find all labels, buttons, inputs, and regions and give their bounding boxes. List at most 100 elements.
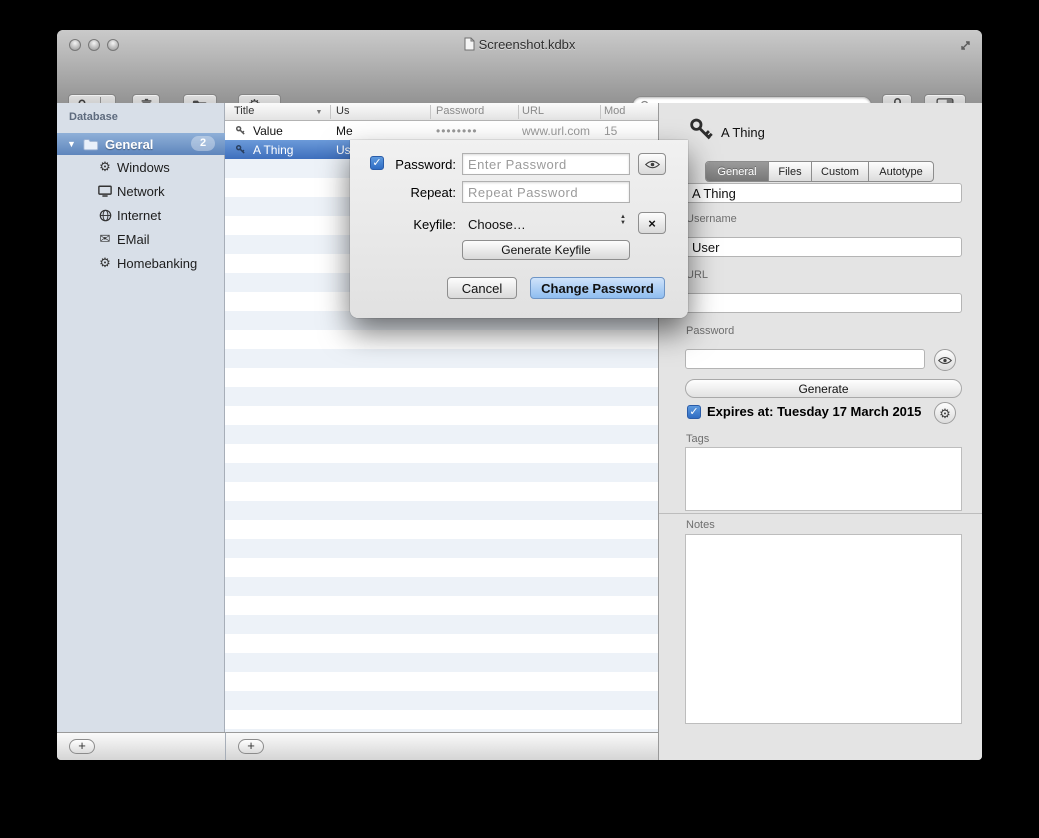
column-title-text: Title — [234, 105, 254, 117]
sidebar-item-email[interactable]: ✉ EMail — [57, 227, 225, 251]
entry-key-icon — [687, 115, 715, 145]
sidebar-item-label: Windows — [117, 160, 170, 175]
notes-label: Notes — [686, 519, 715, 531]
column-header-modified[interactable]: Mod — [604, 105, 625, 117]
entry-password: •••••••• — [436, 124, 478, 138]
group-sidebar: Database ▼ General 2 ⚙ Windows Network — [57, 103, 225, 732]
entry-list-header: Title ▼ Us Password URL Mod — [225, 103, 658, 121]
app-window: Screenshot.kdbx ▼ Add Entry D — [57, 30, 982, 760]
dialog-repeat-input[interactable] — [462, 181, 630, 203]
sidebar-item-internet[interactable]: Internet — [57, 203, 225, 227]
key-icon — [235, 125, 246, 136]
password-label: Password — [686, 325, 734, 337]
column-header-username[interactable]: Us — [336, 105, 349, 117]
toolbar: ▼ Add Entry Delete Add Group ⚙ ▼ — [57, 60, 982, 103]
expiry-settings-button[interactable]: ⚙ — [934, 402, 956, 424]
checkmark-icon: ✓ — [372, 157, 381, 169]
generate-password-button[interactable]: Generate — [685, 379, 962, 398]
gear-icon: ⚙ — [97, 255, 113, 271]
column-divider[interactable] — [600, 105, 601, 119]
tab-general[interactable]: General — [706, 162, 769, 181]
key-icon — [235, 144, 246, 155]
reveal-password-button[interactable] — [934, 349, 956, 371]
sidebar-item-label: Internet — [117, 208, 161, 223]
title-field[interactable] — [685, 183, 962, 203]
username-label: Username — [686, 213, 737, 225]
expires-checkbox[interactable]: ✓ — [687, 405, 701, 419]
column-divider[interactable] — [518, 105, 519, 119]
column-header-password[interactable]: Password — [436, 105, 484, 117]
password-field[interactable] — [685, 349, 925, 369]
change-password-button[interactable]: Change Password — [530, 277, 665, 299]
column-divider[interactable] — [330, 105, 331, 119]
window-chrome: Screenshot.kdbx ▼ Add Entry D — [57, 30, 982, 104]
fullscreen-icon[interactable] — [959, 39, 972, 52]
checkmark-icon: ✓ — [689, 406, 698, 418]
entry-count-badge: 2 — [191, 136, 215, 151]
entry-title: A Thing — [253, 143, 293, 157]
clear-keyfile-button[interactable]: × — [638, 212, 666, 234]
entry-username: Me — [336, 124, 353, 138]
sidebar-item-label: Network — [117, 184, 165, 199]
document-icon — [464, 37, 475, 51]
column-password-text: Password — [436, 105, 484, 117]
sort-indicator-icon: ▼ — [315, 109, 322, 116]
sidebar-item-network[interactable]: Network — [57, 179, 225, 203]
sidebar-section-header: Database — [69, 111, 118, 123]
inspector-panel: A Thing General Files Custom Autotype Us… — [658, 103, 982, 760]
gear-icon: ⚙ — [97, 159, 113, 175]
column-modified-text: Mod — [604, 105, 625, 117]
section-divider — [659, 513, 982, 514]
sidebar-group-general[interactable]: ▼ General 2 — [57, 133, 225, 155]
url-label: URL — [686, 269, 708, 281]
entry-username: Us — [336, 143, 351, 157]
change-password-dialog: ✓ Password: Repeat: Keyfile: Choose… ▲ ▼… — [350, 140, 688, 318]
sidebar-item-homebanking[interactable]: ⚙ Homebanking — [57, 251, 225, 275]
inspector-tabs: General Files Custom Autotype — [705, 161, 934, 182]
dialog-reveal-password-button[interactable] — [638, 153, 666, 175]
eye-icon — [645, 160, 660, 169]
column-header-title[interactable]: Title ▼ — [234, 105, 322, 117]
column-header-url[interactable]: URL — [522, 105, 544, 117]
entry-list-bottom-bar: + — [225, 732, 658, 760]
generate-keyfile-button[interactable]: Generate Keyfile — [462, 240, 630, 260]
disclosure-triangle-icon[interactable]: ▼ — [67, 139, 76, 149]
tab-custom[interactable]: Custom — [812, 162, 869, 181]
tags-label: Tags — [686, 433, 709, 445]
group-label: General — [105, 137, 153, 152]
dialog-repeat-label: Repeat: — [384, 185, 456, 200]
envelope-icon: ✉ — [97, 231, 113, 247]
desktop-background: Screenshot.kdbx ▼ Add Entry D — [0, 0, 1039, 838]
folder-icon — [83, 138, 99, 151]
tags-input[interactable] — [685, 447, 962, 511]
add-entry-plus-button[interactable]: + — [238, 739, 264, 754]
notes-input[interactable] — [685, 534, 962, 724]
window-title: Screenshot.kdbx — [57, 37, 982, 52]
column-username-text: Us — [336, 105, 349, 117]
url-field[interactable] — [685, 293, 962, 313]
dialog-keyfile-label: Keyfile: — [384, 217, 456, 232]
password-enable-checkbox[interactable]: ✓ — [370, 156, 384, 170]
globe-icon — [97, 209, 113, 222]
gear-icon: ⚙ — [939, 407, 951, 420]
titlebar[interactable]: Screenshot.kdbx — [57, 30, 982, 60]
popup-stepper-icon[interactable]: ▲ ▼ — [620, 214, 626, 226]
entry-row-value[interactable]: Value Me •••••••• www.url.com 15 — [225, 121, 658, 140]
username-field[interactable] — [685, 237, 962, 257]
cancel-button[interactable]: Cancel — [447, 277, 517, 299]
tab-files[interactable]: Files — [769, 162, 812, 181]
column-divider[interactable] — [430, 105, 431, 119]
inspector-entry-title: A Thing — [721, 125, 765, 140]
entry-modified: 15 — [604, 124, 617, 138]
monitor-icon — [97, 185, 113, 198]
entry-title: Value — [253, 124, 283, 138]
add-group-plus-button[interactable]: + — [69, 739, 95, 754]
dialog-password-input[interactable] — [462, 153, 630, 175]
tab-autotype[interactable]: Autotype — [869, 162, 933, 181]
sidebar-item-windows[interactable]: ⚙ Windows — [57, 155, 225, 179]
keyfile-popup-value[interactable]: Choose… — [468, 217, 526, 232]
column-url-text: URL — [522, 105, 544, 117]
expires-label: Expires at: Tuesday 17 March 2015 — [707, 404, 921, 419]
close-x-icon: × — [648, 216, 656, 231]
sidebar-bottom-bar: + — [57, 732, 225, 760]
